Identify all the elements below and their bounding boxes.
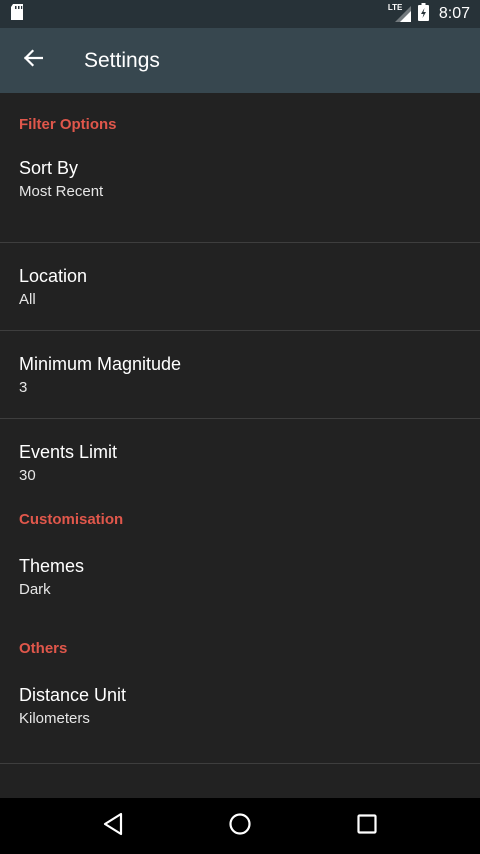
pref-title: Events Limit <box>19 442 118 462</box>
lte-signal-icon: LTE <box>387 3 412 23</box>
divider <box>0 763 480 764</box>
pref-location[interactable]: Location All <box>0 243 480 330</box>
category-others: Others <box>19 640 68 657</box>
back-button[interactable] <box>0 28 66 93</box>
pref-summary: 30 <box>19 467 36 484</box>
pref-minimum-magnitude[interactable]: Minimum Magnitude 3 <box>0 331 480 418</box>
battery-icon <box>417 2 429 26</box>
pref-themes[interactable]: Themes Dark <box>0 547 480 632</box>
arrow-back-icon <box>23 48 44 73</box>
pref-sort-by[interactable]: Sort By Most Recent <box>0 155 480 242</box>
pref-summary: 3 <box>19 379 28 396</box>
status-bar: LTE 8:07 <box>0 0 480 28</box>
pref-title: Sort By <box>19 158 79 178</box>
navigation-bar <box>0 798 480 854</box>
pref-summary: Kilometers <box>19 710 90 727</box>
nav-back-button[interactable] <box>83 798 143 854</box>
category-customisation: Customisation <box>19 511 124 528</box>
settings-list: Filter Options Sort By Most Recent Locat… <box>0 93 480 798</box>
status-time: 8:07 <box>438 5 470 22</box>
pref-title: Themes <box>19 556 85 576</box>
pref-title: Distance Unit <box>19 685 127 705</box>
app-bar: Settings <box>0 28 480 93</box>
pref-summary: Dark <box>19 581 51 598</box>
category-filter-options: Filter Options <box>19 116 117 133</box>
pref-title: Location <box>19 266 88 286</box>
pref-events-limit[interactable]: Events Limit 30 <box>0 419 480 503</box>
page-title: Settings <box>84 48 160 72</box>
back-triangle-icon <box>102 812 124 841</box>
sd-card-icon <box>10 3 24 25</box>
recents-square-icon <box>356 813 378 840</box>
nav-recents-button[interactable] <box>337 798 397 854</box>
pref-distance-unit[interactable]: Distance Unit Kilometers <box>0 676 480 763</box>
pref-title: Minimum Magnitude <box>19 354 182 374</box>
pref-summary: Most Recent <box>19 183 104 200</box>
nav-home-button[interactable] <box>210 798 270 854</box>
pref-summary: All <box>19 291 36 308</box>
home-circle-icon <box>228 812 252 841</box>
lte-label: LTE <box>387 3 403 12</box>
